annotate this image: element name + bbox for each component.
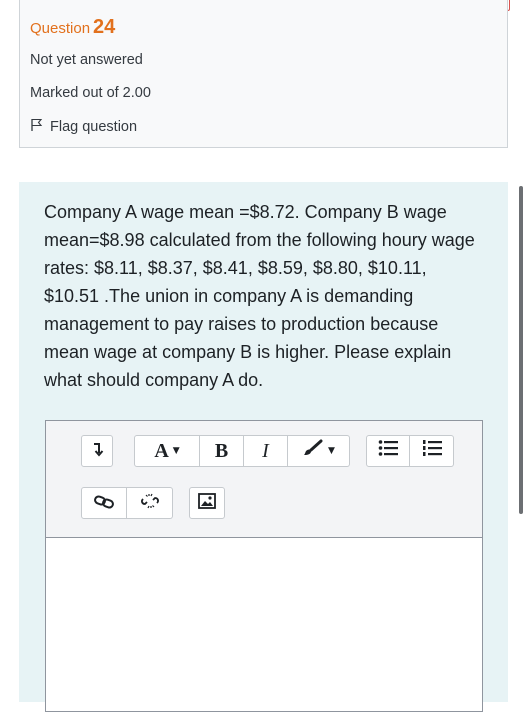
arrow-down-icon [90, 440, 104, 463]
insert-image-button[interactable] [189, 487, 225, 519]
numbered-list-button[interactable] [410, 435, 454, 467]
editor-toolbar: A ▼ B I ▼ [46, 421, 482, 537]
bullet-list-button[interactable] [366, 435, 410, 467]
bold-button[interactable]: B [200, 435, 244, 467]
caret-down-icon: ▼ [172, 446, 180, 456]
text-color-button[interactable]: ▼ [288, 435, 350, 467]
question-content-panel: Company A wage mean =$8.72. Company B wa… [19, 182, 508, 712]
question-info-panel: Question 24 Not yet answered Marked out o… [19, 0, 508, 148]
question-marks: Marked out of 2.00 [30, 85, 151, 101]
image-icon [198, 492, 216, 515]
paintbrush-icon [302, 439, 324, 463]
insert-link-button[interactable] [81, 487, 127, 519]
italic-label: I [262, 439, 269, 462]
question-text: Company A wage mean =$8.72. Company B wa… [44, 202, 475, 390]
unlink-icon [140, 492, 160, 515]
question-label: Question [30, 20, 91, 37]
question-number-heading: Question 24 [30, 16, 115, 39]
italic-button[interactable]: I [244, 435, 288, 467]
font-style-label: A [154, 439, 169, 462]
font-style-button[interactable]: A ▼ [134, 435, 200, 467]
question-state: Not yet answered [30, 52, 143, 68]
flag-icon [30, 118, 44, 136]
answer-editor: A ▼ B I ▼ [45, 420, 483, 712]
numbered-list-icon [422, 439, 442, 463]
bullet-list-icon [378, 439, 398, 463]
link-icon [94, 492, 114, 515]
toolbar-toggle-button[interactable] [81, 435, 113, 467]
answer-text-area[interactable] [45, 537, 483, 712]
flag-question-link[interactable]: Flag question [30, 118, 137, 136]
flag-question-label: Flag question [50, 119, 138, 135]
question-number: 24 [93, 16, 116, 38]
caret-down-icon: ▼ [328, 446, 335, 456]
bold-label: B [214, 439, 229, 462]
unlink-button[interactable] [127, 487, 173, 519]
page-scrollbar[interactable] [519, 186, 523, 514]
